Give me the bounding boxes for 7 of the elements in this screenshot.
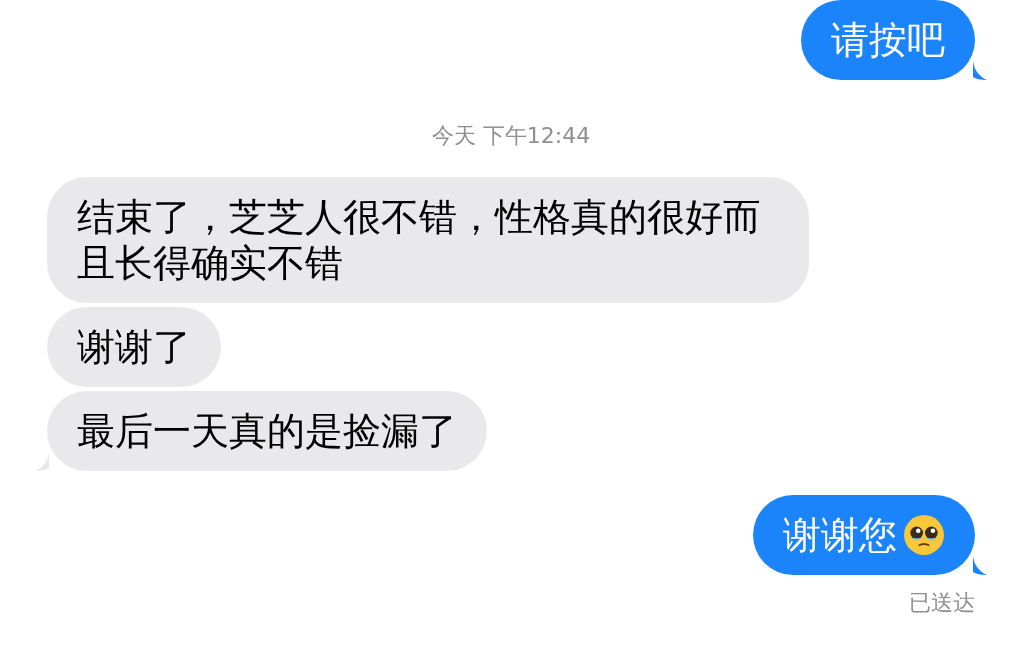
delivery-status: 已送达 xyxy=(909,589,975,617)
timestamp: 今天 下午12:44 xyxy=(430,122,592,150)
message-text: 谢谢您 xyxy=(783,512,897,558)
message-text: 最后一天真的是捡漏了 xyxy=(77,408,457,454)
message-text: 结束了，芝芝人很不错，性格真的很好而且长得确实不错 xyxy=(77,194,762,286)
message-text: 谢谢了 xyxy=(77,324,191,370)
message-text: 请按吧 xyxy=(831,17,945,63)
